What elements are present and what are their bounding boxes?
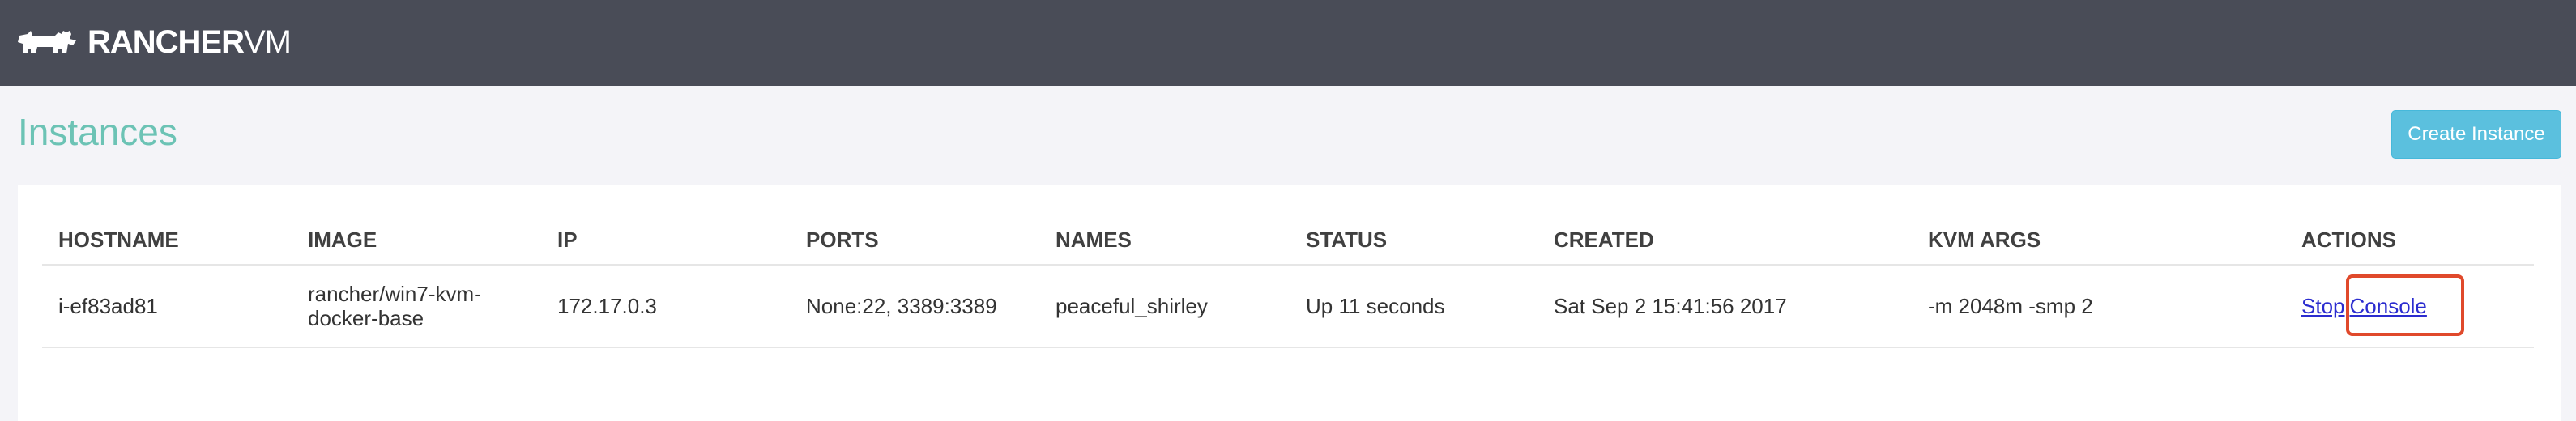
cell-hostname: i-ef83ad81 [42,265,292,348]
header-hostname: HOSTNAME [42,215,292,266]
table-row: i-ef83ad81 rancher/win7-kvm-docker-base … [42,265,2534,348]
header-names: NAMES [1039,215,1290,266]
instances-table: HOSTNAME IMAGE IP PORTS NAMES STATUS CRE… [42,215,2534,348]
header-actions: ACTIONS [2285,215,2534,266]
logo-text-light: VM [244,24,292,60]
header-ports: PORTS [790,215,1039,266]
cell-kvm-args: -m 2048m -smp 2 [1912,265,2285,348]
cell-status: Up 11 seconds [1290,265,1537,348]
cell-created: Sat Sep 2 15:41:56 2017 [1537,265,1912,348]
top-navbar: RANCHERVM [0,0,2576,86]
rancher-vm-logo[interactable]: RANCHERVM [16,23,292,62]
header-status: STATUS [1290,215,1537,266]
logo-text-bold: RANCHER [87,24,245,60]
header-created: CREATED [1537,215,1912,266]
console-link[interactable]: Console [2350,294,2427,318]
header-kvm-args: KVM ARGS [1912,215,2285,266]
cow-icon [18,31,76,53]
stop-link[interactable]: Stop [2301,294,2345,318]
header-ip: IP [541,215,790,266]
cell-ip: 172.17.0.3 [541,265,790,348]
cell-names: peaceful_shirley [1039,265,1290,348]
cell-image: rancher/win7-kvm-docker-base [292,265,541,348]
cell-ports: None:22, 3389:3389 [790,265,1039,348]
create-instance-button[interactable]: Create Instance [2391,110,2561,159]
table-header-row: HOSTNAME IMAGE IP PORTS NAMES STATUS CRE… [42,215,2534,266]
logo-text: RANCHERVM [87,23,292,62]
page-title: Instances [18,111,177,153]
cell-actions: Stop Console [2285,265,2534,348]
instances-panel: HOSTNAME IMAGE IP PORTS NAMES STATUS CRE… [18,185,2561,421]
header-image: IMAGE [292,215,541,266]
